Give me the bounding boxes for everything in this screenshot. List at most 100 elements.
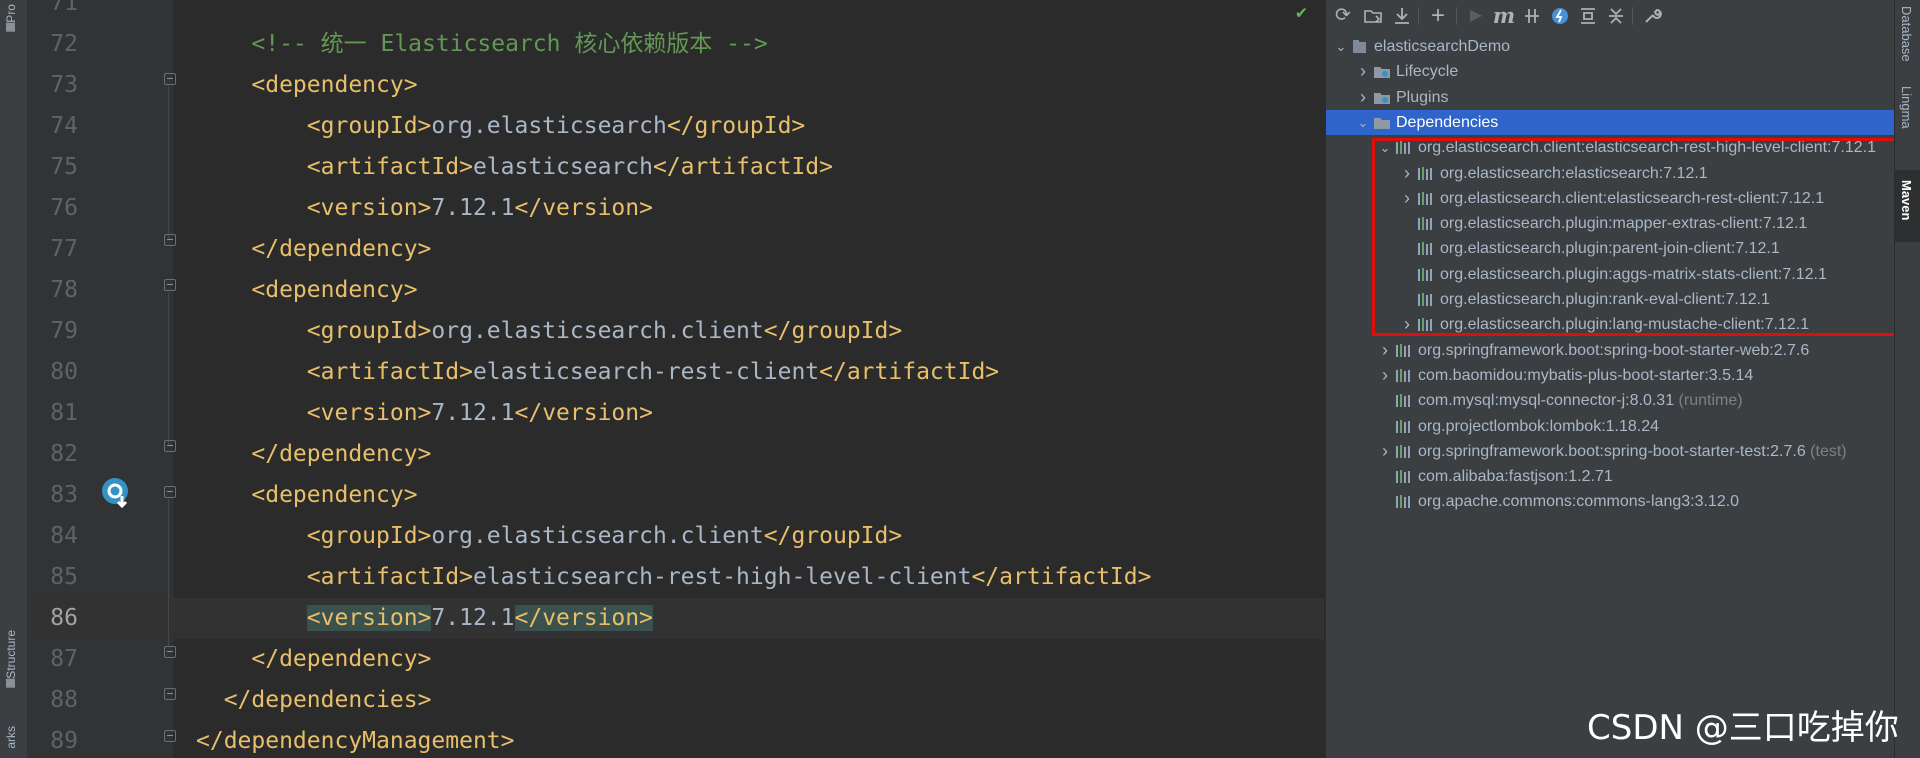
fold-marker[interactable] bbox=[164, 234, 176, 246]
maven-tree-node[interactable]: ⌄ org.elasticsearch.client:elasticsearch-… bbox=[1326, 135, 1894, 160]
generate-sources-icon[interactable] bbox=[1361, 4, 1385, 28]
code-line[interactable]: 77 </dependency> bbox=[28, 229, 1324, 270]
maven-artifact-name: org.elasticsearch.plugin:parent-join-cli… bbox=[1440, 240, 1780, 257]
code-line[interactable]: 82 </dependency> bbox=[28, 434, 1324, 475]
maven-dependency-gutter-icon[interactable] bbox=[100, 476, 134, 510]
xml-tag: <groupId> bbox=[306, 113, 432, 139]
lingma-tool-tab[interactable]: Lingma bbox=[1899, 86, 1914, 129]
maven-tree-node[interactable]: org.apache.commons:commons-lang3:3.12.0 bbox=[1326, 489, 1894, 514]
add-icon[interactable]: + bbox=[1426, 4, 1450, 28]
database-tool-tab[interactable]: Database bbox=[1899, 6, 1914, 62]
code-line[interactable]: 89 </dependencyManagement> bbox=[28, 721, 1324, 758]
code-text: <version>7.12.1</version> bbox=[196, 393, 653, 434]
code-line[interactable]: 76 <version>7.12.1</version> bbox=[28, 188, 1324, 229]
maven-tree-node[interactable]: › org.elasticsearch.client:elasticsearch-… bbox=[1326, 186, 1894, 211]
xml-text: elasticsearch-rest-client bbox=[472, 359, 820, 385]
fold-guide bbox=[168, 292, 169, 445]
line-number: 79 bbox=[50, 318, 78, 344]
maven-artifact-name: com.alibaba:fastjson:1.2.71 bbox=[1418, 468, 1613, 485]
collapse-all-icon[interactable] bbox=[1604, 4, 1628, 28]
code-line[interactable]: 81 <version>7.12.1</version> bbox=[28, 393, 1324, 434]
maven-tree-node[interactable]: org.projectlombok:lombok:1.18.24 bbox=[1326, 414, 1894, 439]
skip-tests-icon[interactable] bbox=[1548, 4, 1572, 28]
code-line[interactable]: 88 </dependencies> bbox=[28, 680, 1324, 721]
chevron-right-icon[interactable]: › bbox=[1378, 363, 1392, 388]
code-line[interactable]: 85 <artifactId>elasticsearch-rest-high-l… bbox=[28, 557, 1324, 598]
inspection-ok-icon[interactable]: ✔ bbox=[1296, 2, 1307, 23]
maven-tree-node[interactable]: ⌄ elasticsearchDemo bbox=[1326, 34, 1894, 59]
chevron-down-icon[interactable]: ⌄ bbox=[1378, 135, 1392, 160]
structure-tool-tab[interactable]: Structure bbox=[4, 630, 18, 692]
watermark: CSDN @三口吃掉你 bbox=[1587, 708, 1899, 748]
left-tool-strip: Pro Structure arks bbox=[0, 0, 28, 758]
maven-tree-node[interactable]: org.elasticsearch.plugin:parent-join-cli… bbox=[1326, 236, 1894, 261]
maven-tree-label: org.apache.commons:commons-lang3:3.12.0 bbox=[1418, 489, 1739, 514]
maven-tool-tab[interactable]: Maven bbox=[1899, 180, 1914, 220]
toolbar-separator bbox=[1418, 7, 1419, 25]
maven-artifact-name: Plugins bbox=[1396, 89, 1449, 106]
xml-text: 7.12.1 bbox=[431, 605, 515, 631]
wrench-icon[interactable] bbox=[1640, 4, 1664, 28]
code-line[interactable]: 86 <version>7.12.1</version> bbox=[28, 598, 1324, 639]
maven-tree-node[interactable]: com.alibaba:fastjson:1.2.71 bbox=[1326, 464, 1894, 489]
code-editor[interactable]: 71 72 <!-- 统一 Elasticsearch 核心依赖版本 --> 73 … bbox=[28, 0, 1324, 758]
code-line[interactable]: 84 <groupId>org.elasticsearch.client</gr… bbox=[28, 516, 1324, 557]
maven-tree-node[interactable]: › org.springframework.boot:spring-boot-st… bbox=[1326, 338, 1894, 363]
maven-tree-node[interactable]: › Plugins bbox=[1326, 85, 1894, 110]
chevron-down-icon[interactable]: ⌄ bbox=[1356, 110, 1370, 135]
code-line[interactable]: 83 <dependency> bbox=[28, 475, 1324, 516]
chevron-right-icon[interactable]: › bbox=[1356, 85, 1370, 110]
code-line[interactable]: 80 <artifactId>elasticsearch-rest-client… bbox=[28, 352, 1324, 393]
download-icon[interactable] bbox=[1390, 4, 1414, 28]
chevron-right-icon[interactable]: › bbox=[1400, 312, 1414, 337]
maven-tree-node[interactable]: org.elasticsearch.plugin:rank-eval-clien… bbox=[1326, 287, 1894, 312]
code-line[interactable]: 71 bbox=[28, 0, 1324, 24]
chevron-right-icon[interactable]: › bbox=[1400, 161, 1414, 186]
maven-tree-node[interactable]: com.mysql:mysql-connector-j:8.0.31 (runt… bbox=[1326, 388, 1894, 413]
bookmarks-tool-tab[interactable]: arks bbox=[4, 726, 18, 749]
maven-tree-node[interactable]: › com.baomidou:mybatis-plus-boot-starter:… bbox=[1326, 363, 1894, 388]
code-line[interactable]: 79 <groupId>org.elasticsearch.client</gr… bbox=[28, 311, 1324, 352]
xml-tag: </artifactId> bbox=[652, 154, 833, 180]
code-line[interactable]: 74 <groupId>org.elasticsearch</groupId> bbox=[28, 106, 1324, 147]
chevron-right-icon[interactable]: › bbox=[1400, 186, 1414, 211]
chevron-right-icon[interactable]: › bbox=[1378, 439, 1392, 464]
maven-tree-node[interactable]: › org.elasticsearch.plugin:lang-mustache-… bbox=[1326, 312, 1894, 337]
fold-marker[interactable] bbox=[164, 486, 176, 498]
code-line[interactable]: 75 <artifactId>elasticsearch</artifactId… bbox=[28, 147, 1324, 188]
maven-tree-node[interactable]: › org.springframework.boot:spring-boot-st… bbox=[1326, 439, 1894, 464]
fold-marker[interactable] bbox=[164, 279, 176, 291]
chevron-down-icon[interactable]: ⌄ bbox=[1334, 34, 1348, 59]
maven-tree-node[interactable]: ⌄ Dependencies bbox=[1326, 110, 1894, 135]
toggle-offline-icon[interactable] bbox=[1520, 4, 1544, 28]
maven-artifact-name: org.apache.commons:commons-lang3:3.12.0 bbox=[1418, 493, 1740, 510]
code-line[interactable]: 72 <!-- 统一 Elasticsearch 核心依赖版本 --> bbox=[28, 24, 1324, 65]
maven-tree-node[interactable]: org.elasticsearch.plugin:aggs-matrix-sta… bbox=[1326, 262, 1894, 287]
fold-guide bbox=[168, 499, 169, 646]
reload-icon[interactable]: ⟳ bbox=[1331, 4, 1355, 28]
fold-marker[interactable] bbox=[164, 440, 176, 452]
code-text: <artifactId>elasticsearch-rest-high-leve… bbox=[196, 557, 1152, 598]
code-line[interactable]: 78 <dependency> bbox=[28, 270, 1324, 311]
fold-marker[interactable] bbox=[164, 730, 176, 742]
maven-tree-node[interactable]: org.elasticsearch.plugin:mapper-extras-c… bbox=[1326, 211, 1894, 236]
maven-tree-label: org.elasticsearch.plugin:aggs-matrix-sta… bbox=[1440, 262, 1827, 287]
run-icon[interactable]: ▶ bbox=[1464, 4, 1488, 28]
chevron-right-icon[interactable]: › bbox=[1378, 338, 1392, 363]
fold-marker[interactable] bbox=[164, 688, 176, 700]
execute-goal-icon[interactable]: m bbox=[1492, 4, 1516, 28]
chevron-right-icon[interactable]: › bbox=[1356, 59, 1370, 84]
xml-tag: </version> bbox=[514, 195, 653, 221]
maven-tree-node[interactable]: › org.elasticsearch:elasticsearch:7.12.1 bbox=[1326, 161, 1894, 186]
show-dependencies-icon[interactable] bbox=[1576, 4, 1600, 28]
fold-marker[interactable] bbox=[164, 646, 176, 658]
code-line[interactable]: 73 <dependency> bbox=[28, 65, 1324, 106]
xml-text: elasticsearch bbox=[472, 154, 653, 180]
maven-tree-label: elasticsearchDemo bbox=[1374, 34, 1510, 59]
fold-marker[interactable] bbox=[164, 73, 176, 85]
project-tool-tab[interactable]: Pro bbox=[4, 4, 18, 36]
maven-tree-node[interactable]: › Lifecycle bbox=[1326, 59, 1894, 84]
code-line[interactable]: 87 </dependency> bbox=[28, 639, 1324, 680]
